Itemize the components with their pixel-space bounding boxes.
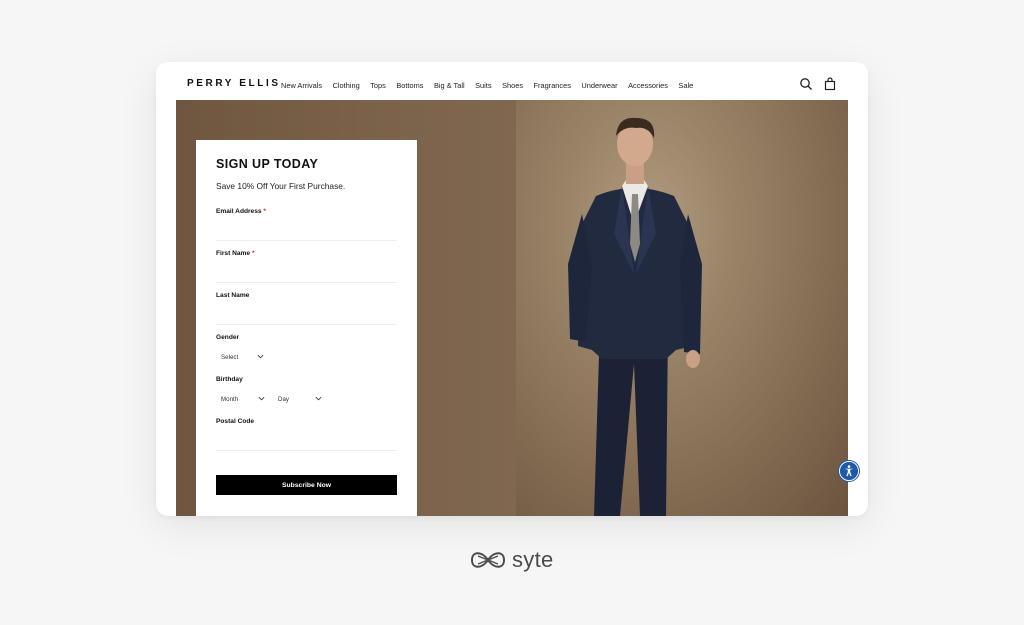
browser-card: PERRY ELLIS New Arrivals Clothing Tops B… [156,62,868,516]
syte-logo: syte [468,547,554,573]
search-icon[interactable] [799,77,813,91]
signup-subtitle: Save 10% Off Your First Purchase. [216,181,346,191]
syte-logo-text: syte [512,547,554,572]
required-mark: * [251,250,255,257]
nav-clothing[interactable]: Clothing [333,81,360,90]
birthday-month-select[interactable]: Month [216,391,270,407]
nav-sale[interactable]: Sale [678,81,693,90]
nav-shoes[interactable]: Shoes [502,81,523,90]
subscribe-button[interactable]: Subscribe Now [216,475,397,495]
nav-accessories[interactable]: Accessories [628,81,668,90]
email-label-text: Email Address [216,208,262,215]
model-image [568,117,702,516]
email-label: Email Address * [216,208,266,215]
postal-code-field[interactable] [216,430,397,451]
nav-suits[interactable]: Suits [475,81,491,90]
birthday-day-select[interactable]: Day [273,391,327,407]
nav-new-arrivals[interactable]: New Arrivals [281,81,322,90]
last-name-field[interactable] [216,304,397,325]
signup-title: SIGN UP TODAY [216,157,319,171]
main-nav: New Arrivals Clothing Tops Bottoms Big &… [281,81,704,90]
last-name-label: Last Name [216,292,250,299]
first-name-label: First Name * [216,250,255,257]
gender-label: Gender [216,334,240,341]
month-select-value: Month [221,395,239,403]
accessibility-icon[interactable] [839,461,859,481]
first-name-field[interactable] [216,262,397,283]
nav-underwear[interactable]: Underwear [581,81,617,90]
gender-select-value: Select [221,353,239,361]
chevron-down-icon [315,396,322,401]
first-name-label-text: First Name [216,250,251,257]
day-select-value: Day [278,395,290,403]
postal-code-label: Postal Code [216,418,255,425]
gender-select[interactable]: Select [216,349,269,365]
nav-tops[interactable]: Tops [370,81,386,90]
nav-bottoms[interactable]: Bottoms [396,81,423,90]
nav-fragrances[interactable]: Fragrances [534,81,571,90]
brand-logo[interactable]: PERRY ELLIS [187,78,281,89]
signup-form: SIGN UP TODAY Save 10% Off Your First Pu… [196,140,417,516]
top-navigation: PERRY ELLIS New Arrivals Clothing Tops B… [156,62,868,100]
birthday-label: Birthday [216,376,243,383]
shopping-bag-icon[interactable] [823,77,837,91]
chevron-down-icon [257,354,264,359]
required-mark: * [263,208,266,215]
syte-logo-icon [470,552,506,568]
email-field[interactable] [216,220,397,241]
nav-big-tall[interactable]: Big & Tall [434,81,465,90]
chevron-down-icon [258,396,265,401]
